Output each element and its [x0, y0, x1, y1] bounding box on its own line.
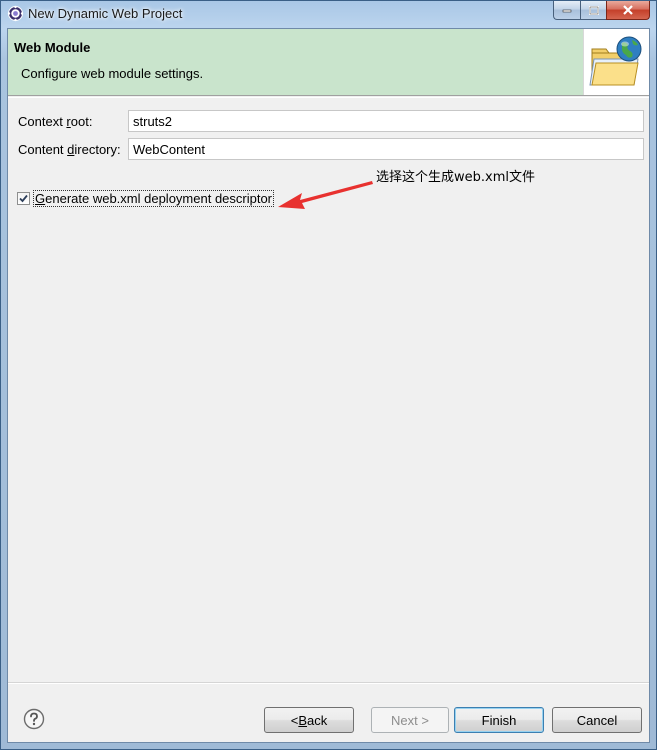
content-directory-input[interactable]: [128, 138, 644, 160]
title-bar[interactable]: New Dynamic Web Project: [1, 1, 656, 27]
banner-separator: [8, 97, 649, 98]
checkmark-icon: [19, 194, 28, 202]
web-folder-globe-icon: [589, 36, 642, 86]
next-button[interactable]: Next >: [371, 707, 449, 733]
button-bar-separator-highlight: [8, 683, 649, 684]
dialog-client-area: Web Module Configure web module settings…: [7, 28, 650, 743]
banner-title: Web Module: [14, 40, 91, 55]
context-root-label: Context root:: [18, 114, 93, 129]
window-title: New Dynamic Web Project: [28, 6, 183, 21]
generate-descriptor-option[interactable]: Generate web.xml deployment descriptor: [17, 189, 275, 207]
maximize-button[interactable]: [580, 1, 606, 20]
eclipse-app-icon: [7, 5, 24, 22]
annotation-text: 选择这个生成web.xml文件: [376, 170, 535, 185]
banner-art: [583, 29, 649, 95]
generate-descriptor-checkbox[interactable]: [17, 191, 30, 205]
close-icon: [623, 5, 633, 15]
banner-description: Configure web module settings.: [21, 66, 204, 81]
content-directory-label: Content directory:: [18, 142, 121, 157]
finish-button[interactable]: Finish: [454, 707, 544, 733]
maximize-icon: [588, 5, 599, 15]
help-icon[interactable]: [23, 708, 45, 730]
dialog-window: New Dynamic Web Project Web Module Confi…: [0, 0, 657, 750]
window-controls: [553, 1, 650, 20]
cancel-button[interactable]: Cancel: [552, 707, 642, 733]
close-button[interactable]: [606, 1, 650, 20]
context-root-input[interactable]: [128, 110, 644, 132]
back-button[interactable]: < Back: [264, 707, 354, 733]
wizard-banner: Web Module Configure web module settings…: [8, 29, 649, 96]
annotation-arrow-icon: [278, 181, 373, 209]
minimize-button[interactable]: [553, 1, 580, 20]
minimize-icon: [562, 9, 572, 13]
generate-descriptor-label: Generate web.xml deployment descriptor: [33, 189, 275, 207]
